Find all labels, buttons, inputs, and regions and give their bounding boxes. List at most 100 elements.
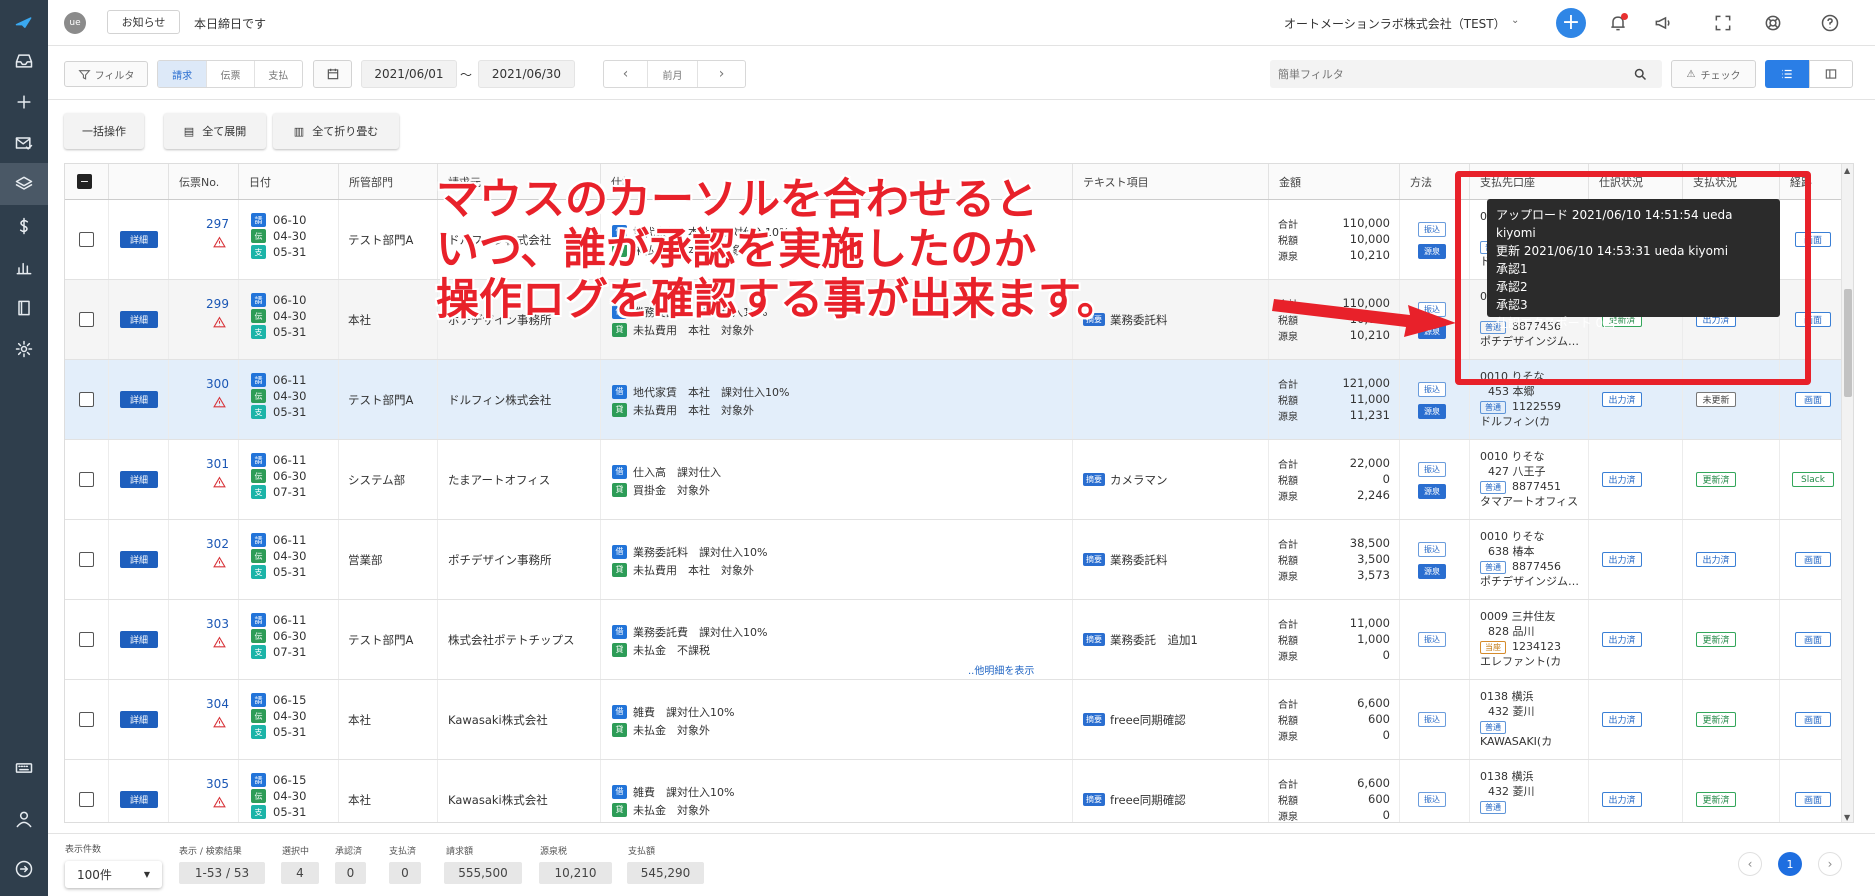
split-view-button[interactable] bbox=[1809, 60, 1853, 88]
voucher-no[interactable]: 305 bbox=[200, 777, 235, 791]
date-to-input[interactable]: 2021/06/30 bbox=[478, 60, 575, 88]
megaphone-icon[interactable] bbox=[1653, 13, 1673, 36]
support-icon[interactable] bbox=[1763, 13, 1783, 36]
row-checkbox[interactable] bbox=[79, 632, 94, 647]
scroll-down-icon[interactable]: ▼ bbox=[1844, 813, 1850, 822]
scrollbar[interactable]: ▲ ▼ bbox=[1841, 164, 1853, 822]
journal-status[interactable]: 出力済 bbox=[1602, 552, 1642, 567]
row-checkbox[interactable] bbox=[79, 312, 94, 327]
col-dept[interactable]: 所管部門 bbox=[339, 164, 438, 199]
col-date[interactable]: 日付 bbox=[239, 164, 339, 199]
route-badge[interactable]: 画面 bbox=[1795, 792, 1831, 807]
avatar[interactable]: ue bbox=[64, 12, 86, 34]
row-checkbox[interactable] bbox=[79, 392, 94, 407]
journal-status[interactable]: 出力済 bbox=[1602, 792, 1642, 807]
keyboard-icon[interactable] bbox=[11, 755, 37, 781]
payment-status[interactable]: 未更新 bbox=[1696, 392, 1736, 407]
page-prev-button[interactable]: ‹ bbox=[1738, 852, 1762, 876]
voucher-no[interactable]: 302 bbox=[200, 537, 235, 551]
detail-button[interactable]: 詳細 bbox=[120, 791, 158, 808]
voucher-no[interactable]: 301 bbox=[200, 457, 235, 471]
tab-voucher[interactable]: 伝票 bbox=[207, 61, 255, 87]
col-no[interactable]: 伝票No. bbox=[169, 164, 239, 199]
prev-month-button[interactable]: ‹ bbox=[604, 61, 648, 87]
collapse-all-button[interactable]: ▥ 全て折り畳む bbox=[273, 113, 399, 149]
per-page-select[interactable]: 100件 ▼ bbox=[65, 861, 162, 888]
journal-status[interactable]: 出力済 bbox=[1602, 472, 1642, 487]
route-badge[interactable]: 画面 bbox=[1795, 392, 1831, 407]
col-amount[interactable]: 金額 bbox=[1269, 164, 1400, 199]
scroll-thumb[interactable] bbox=[1844, 289, 1852, 397]
chart-icon[interactable] bbox=[11, 254, 37, 280]
dollar-icon[interactable] bbox=[11, 213, 37, 239]
bulk-action-button[interactable]: 一括操作 bbox=[64, 113, 144, 149]
voucher-no[interactable]: 304 bbox=[200, 697, 235, 711]
payment-status[interactable]: 更新済 bbox=[1696, 792, 1736, 807]
logout-icon[interactable] bbox=[11, 856, 37, 882]
journal-status[interactable]: 出力済 bbox=[1602, 392, 1642, 407]
table-row[interactable]: 詳細 302 請 06-11 伝 04-30 支 05-31 営業部 ポチデザイン事務所 借業務委託… bbox=[65, 520, 1853, 600]
voucher-no[interactable]: 299 bbox=[200, 297, 235, 311]
scroll-up-icon[interactable]: ▲ bbox=[1844, 166, 1850, 175]
fullscreen-icon[interactable] bbox=[1713, 13, 1733, 36]
row-checkbox[interactable] bbox=[79, 552, 94, 567]
plus-icon[interactable] bbox=[11, 89, 37, 115]
route-badge[interactable]: 画面 bbox=[1795, 632, 1831, 647]
help-icon[interactable] bbox=[1820, 13, 1840, 36]
tab-invoice[interactable]: 請求 bbox=[158, 61, 208, 87]
journal-status[interactable]: 出力済 bbox=[1602, 712, 1642, 727]
chevron-down-icon[interactable]: ⌄ bbox=[1511, 15, 1519, 26]
voucher-no[interactable]: 297 bbox=[200, 217, 235, 231]
add-button[interactable]: + bbox=[1556, 8, 1586, 38]
expand-all-button[interactable]: ▤ 全て展開 bbox=[164, 113, 266, 149]
more-details-link[interactable]: ..他明細を表示 bbox=[968, 662, 1034, 677]
tab-payment[interactable]: 支払 bbox=[255, 61, 302, 87]
check-button[interactable]: ⚠ チェック bbox=[1671, 60, 1756, 88]
row-checkbox[interactable] bbox=[79, 792, 94, 807]
inbox-icon[interactable] bbox=[11, 48, 37, 74]
company-name[interactable]: オートメーションラボ株式会社（TEST） bbox=[1284, 15, 1506, 32]
list-view-button[interactable] bbox=[1765, 60, 1809, 88]
search-box[interactable] bbox=[1270, 60, 1662, 88]
row-checkbox[interactable] bbox=[79, 472, 94, 487]
detail-button[interactable]: 詳細 bbox=[120, 311, 158, 328]
next-month-button[interactable]: › bbox=[698, 61, 745, 87]
detail-button[interactable]: 詳細 bbox=[120, 471, 158, 488]
row-checkbox[interactable] bbox=[79, 712, 94, 727]
current-month-button[interactable]: 前月 bbox=[648, 61, 698, 87]
journal-status[interactable]: 出力済 bbox=[1602, 632, 1642, 647]
table-row[interactable]: 詳細 305 請 06-15 伝 04-30 支 05-31 本社 Kawasaki株式会社 借雑費… bbox=[65, 760, 1853, 822]
date-from-input[interactable]: 2021/06/01 bbox=[361, 60, 457, 88]
calendar-button[interactable] bbox=[313, 60, 352, 88]
route-badge[interactable]: 画面 bbox=[1795, 552, 1831, 567]
payment-status[interactable]: 更新済 bbox=[1696, 472, 1736, 487]
settings-icon[interactable] bbox=[11, 336, 37, 362]
filter-button[interactable]: フィルタ bbox=[64, 61, 148, 87]
detail-button[interactable]: 詳細 bbox=[120, 391, 158, 408]
user-icon[interactable] bbox=[11, 806, 37, 832]
notice-button[interactable]: お知らせ bbox=[107, 10, 180, 34]
detail-button[interactable]: 詳細 bbox=[120, 631, 158, 648]
route-badge[interactable]: Slack bbox=[1792, 472, 1834, 487]
payment-status[interactable]: 更新済 bbox=[1696, 712, 1736, 727]
book-icon[interactable] bbox=[11, 295, 37, 321]
detail-button[interactable]: 詳細 bbox=[120, 711, 158, 728]
select-all-checkbox[interactable]: − bbox=[77, 174, 92, 189]
detail-button[interactable]: 詳細 bbox=[120, 551, 158, 568]
detail-button[interactable]: 詳細 bbox=[120, 231, 158, 248]
table-row[interactable]: 詳細 304 請 06-15 伝 04-30 支 05-31 本社 Kawasaki株式会社 借雑費… bbox=[65, 680, 1853, 760]
search-icon[interactable] bbox=[1633, 67, 1648, 82]
payment-status[interactable]: 更新済 bbox=[1696, 632, 1736, 647]
logo-icon[interactable] bbox=[11, 10, 37, 36]
row-checkbox[interactable] bbox=[79, 232, 94, 247]
table-row[interactable]: 詳細 301 請 06-11 伝 06-30 支 07-31 システム部 たまアートオフィス 借仕入… bbox=[65, 440, 1853, 520]
route-badge[interactable]: 画面 bbox=[1795, 712, 1831, 727]
page-next-button[interactable]: › bbox=[1818, 852, 1842, 876]
search-input[interactable] bbox=[1278, 64, 1618, 84]
voucher-no[interactable]: 303 bbox=[200, 617, 235, 631]
bell-icon[interactable] bbox=[1608, 13, 1628, 33]
voucher-no[interactable]: 300 bbox=[200, 377, 235, 391]
payment-status[interactable]: 出力済 bbox=[1696, 552, 1736, 567]
mail-check-icon[interactable] bbox=[11, 130, 37, 156]
layers-icon[interactable] bbox=[0, 163, 48, 205]
